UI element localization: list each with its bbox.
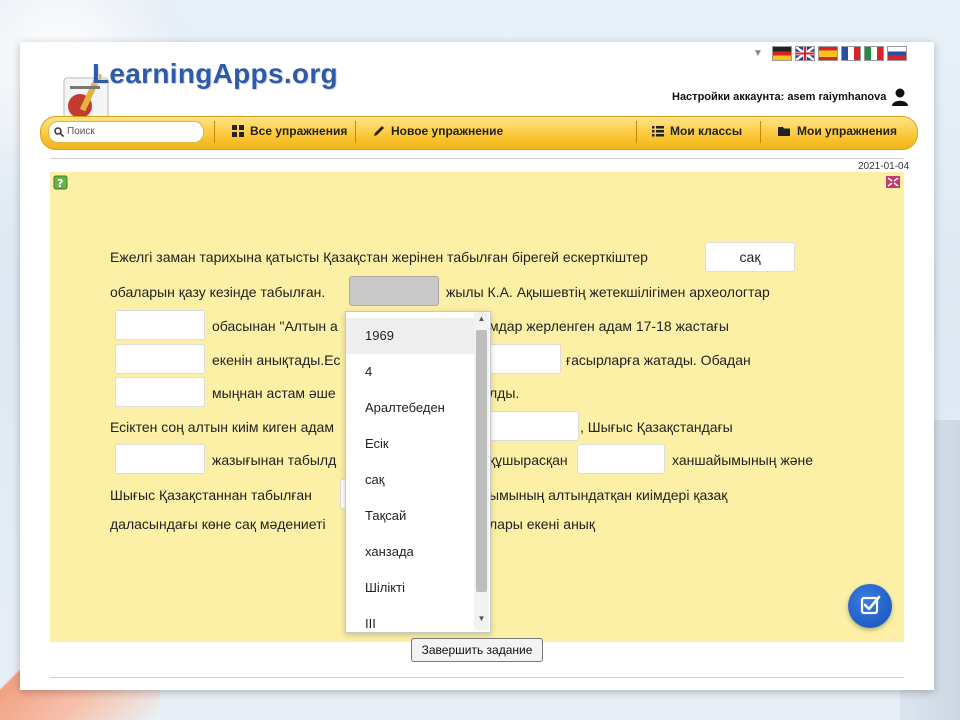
exercise-text: мдар жерленген адам 17-18 жастағы [489, 318, 729, 334]
check-icon [860, 595, 881, 615]
answer-slot[interactable] [115, 344, 205, 374]
answer-slot-filled[interactable]: сақ [705, 242, 795, 272]
exercise-text: Шығыс Қазақстаннан табылған [110, 487, 312, 503]
flag-spanish-icon[interactable] [817, 46, 838, 61]
nav-all-exercises[interactable]: Все упражнения [232, 124, 347, 138]
nav-my-classes-label: Мои классы [670, 124, 743, 138]
dropdown-scrollbar[interactable]: ▲ ▼ [474, 312, 489, 630]
exercise-text: екенін анықтады.Ес [212, 352, 341, 368]
answer-slot[interactable] [489, 411, 579, 441]
exercise-text: ғасырларға жатады. Обадан [566, 352, 751, 368]
exercise-text: Есіктен соң алтын киім киген адам [110, 419, 334, 435]
svg-text:?: ? [57, 177, 63, 190]
pencil-icon [374, 126, 384, 136]
help-icon[interactable]: ? [53, 175, 69, 191]
nav-my-classes[interactable]: Мои классы [652, 124, 742, 138]
flag-russian-icon[interactable] [886, 46, 907, 61]
flag-italian-icon[interactable] [863, 46, 884, 61]
list-icon [652, 125, 664, 136]
exercise-text: жазығынан табылд [212, 452, 337, 468]
dropdown-option[interactable]: 4 [346, 354, 474, 390]
grid-icon [232, 125, 244, 137]
nav-divider [355, 121, 356, 143]
dropdown-option[interactable]: Аралтебеден [346, 390, 474, 426]
scroll-down-icon[interactable]: ▼ [474, 614, 489, 626]
nav-new-exercise[interactable]: Новое упражнение [373, 124, 503, 138]
user-icon[interactable] [892, 88, 908, 106]
dropdown-option[interactable]: Шілікті [346, 570, 474, 606]
logo-text[interactable]: LearningApps.org [92, 58, 338, 90]
scroll-up-icon[interactable]: ▲ [474, 314, 489, 326]
answer-slot[interactable] [577, 444, 665, 474]
account-settings-link[interactable]: Настройки аккаунта: asem raiymhanova [672, 91, 886, 103]
dropdown-option[interactable]: III [346, 606, 474, 632]
flag-french-icon[interactable] [840, 46, 861, 61]
divider [50, 677, 904, 678]
flag-english-icon[interactable] [794, 46, 815, 61]
nav-new-exercise-label: Новое упражнение [391, 124, 504, 138]
exercise-date: 2021-01-04 [858, 161, 910, 172]
answer-slot[interactable] [115, 444, 205, 474]
answer-slot[interactable] [115, 310, 205, 340]
dropdown-option[interactable]: Есік [346, 426, 474, 462]
exercise-text: жылы К.А. Ақышевтің жетекшілігімен архео… [446, 284, 770, 300]
folder-icon [778, 126, 790, 136]
exercise-text: даласындағы көне сақ мәдениеті [110, 516, 326, 532]
answer-slot-active[interactable] [349, 276, 439, 306]
dropdown-option[interactable]: ханзада [346, 534, 474, 570]
nav-divider [760, 121, 761, 143]
flag-german-icon[interactable] [771, 46, 792, 61]
exercise-text: обаларын қазу кезінде табылған. [110, 284, 326, 300]
exercise-text: лары екені анық [489, 516, 595, 532]
scrollbar-thumb[interactable] [476, 330, 487, 592]
exercise-text: мыңнан астам әше [212, 385, 336, 401]
nav-divider [214, 121, 215, 143]
exercise-text: құшырасқан [489, 452, 568, 468]
nav-divider [636, 121, 637, 143]
search-placeholder: Поиск [67, 126, 95, 137]
exercise-text: ымының алтындатқан киімдері қазақ [489, 487, 728, 503]
exercise-text: , Шығыс Қазақстандағы [580, 419, 733, 435]
dropdown-option[interactable]: 1969 [346, 318, 474, 354]
answer-dropdown[interactable]: 1969 4 Аралтебеден Есік сақ Тақсай ханза… [345, 311, 491, 633]
nav-my-exercises-label: Мои упражнения [797, 124, 898, 138]
check-answers-button[interactable] [848, 584, 892, 628]
answer-slot[interactable] [115, 377, 205, 407]
nav-my-exercises[interactable]: Мои упражнения [778, 124, 897, 138]
fullscreen-icon[interactable] [886, 175, 900, 188]
exercise-text: Ежелгі заман тарихына қатысты Қазақстан … [110, 249, 648, 265]
dropdown-option[interactable]: сақ [346, 462, 474, 498]
finish-task-button[interactable]: Завершить задание [411, 638, 543, 662]
search-input[interactable]: Поиск [48, 121, 204, 143]
exercise-text: лды. [489, 385, 520, 401]
nav-all-exercises-label: Все упражнения [250, 124, 348, 138]
dropdown-option[interactable]: Тақсай [346, 498, 474, 534]
chevron-down-icon[interactable]: ▼ [753, 48, 763, 59]
exercise-text: обасынан "Алтын а [212, 318, 338, 334]
language-selector[interactable]: ▼ [753, 46, 907, 61]
divider [50, 158, 904, 159]
exercise-text: ханшайымының және [672, 452, 814, 468]
answer-slot[interactable] [489, 344, 561, 374]
search-icon [54, 127, 64, 137]
